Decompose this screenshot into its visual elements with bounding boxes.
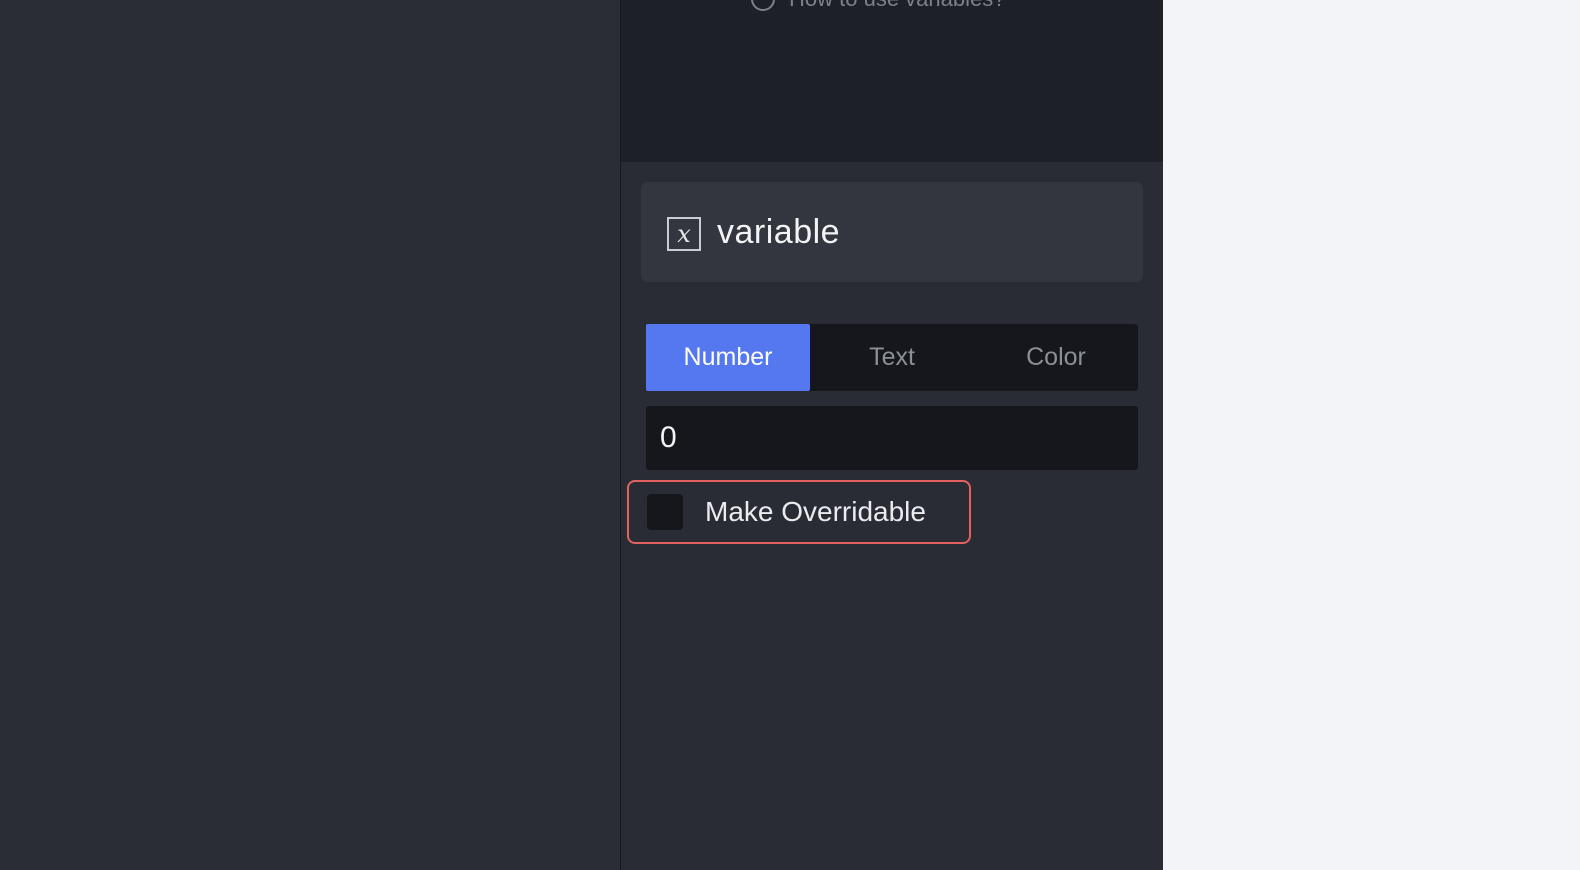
tab-number[interactable]: Number bbox=[646, 324, 810, 391]
type-selector: Number Text Color bbox=[646, 324, 1138, 391]
variable-x-icon: x bbox=[667, 217, 701, 251]
help-icon bbox=[751, 0, 775, 11]
canvas-area bbox=[0, 0, 620, 870]
right-blank-area bbox=[1163, 0, 1580, 870]
properties-panel: How to use variables? x variable Number … bbox=[621, 0, 1163, 870]
value-input[interactable] bbox=[646, 406, 1138, 470]
tab-color[interactable]: Color bbox=[974, 324, 1138, 391]
make-overridable-checkbox[interactable] bbox=[647, 494, 683, 530]
variable-header: x variable bbox=[641, 182, 1143, 282]
variable-name[interactable]: variable bbox=[717, 213, 840, 252]
tab-text[interactable]: Text bbox=[810, 324, 974, 391]
panel-top-section: How to use variables? bbox=[621, 0, 1163, 162]
make-overridable-label: Make Overridable bbox=[705, 496, 926, 527]
help-link-label: How to use variables? bbox=[789, 0, 1005, 12]
make-overridable-row[interactable]: Make Overridable bbox=[627, 480, 971, 544]
help-link[interactable]: How to use variables? bbox=[751, 0, 1005, 12]
